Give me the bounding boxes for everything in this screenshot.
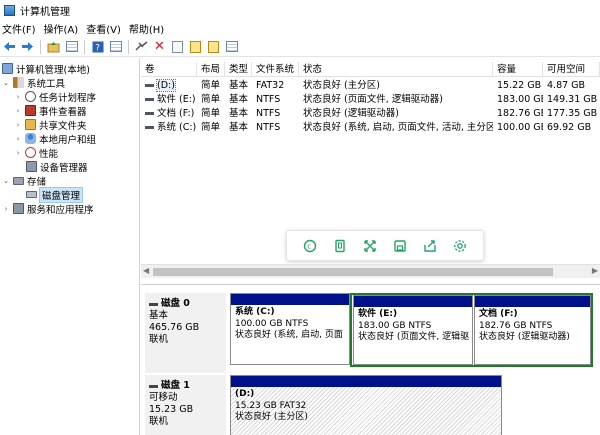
svg-text:?: ? [95, 43, 100, 53]
column-header-type[interactable]: 类型 [225, 62, 252, 77]
toolbar-separator [84, 39, 85, 54]
toolbar-separator [40, 39, 41, 54]
partition-f[interactable]: 文档 (F:) 182.76 GB NTFS 状态良好 (逻辑驱动器) [474, 295, 591, 365]
device-manager-icon [26, 161, 37, 172]
chevron-right-icon[interactable]: › [14, 149, 22, 157]
title-bar: 计算机管理 [0, 0, 600, 20]
users-icon [25, 133, 36, 144]
scroll-right-icon[interactable]: ▶ [592, 266, 598, 275]
disk-management-icon [26, 191, 37, 198]
storage-icon [13, 176, 24, 185]
tree-item-task-scheduler[interactable]: › 任务计划程序 [14, 90, 96, 104]
services-icon [13, 203, 24, 214]
show-hide-tree-icon[interactable] [64, 39, 79, 54]
properties-icon[interactable] [170, 39, 185, 54]
disk-icon [149, 384, 158, 388]
table-row[interactable]: 文档 (F:) 简单 基本 NTFS 状态良好 (逻辑驱动器) 182.76 G… [141, 107, 600, 120]
table-row[interactable]: 系统 (C:) 简单 基本 NTFS 状态良好 (系统, 启动, 页面文件, 活… [141, 121, 600, 134]
copy-icon[interactable] [333, 238, 348, 253]
partition-header-bar [354, 296, 472, 307]
tree-item-performance[interactable]: › 性能 [14, 146, 58, 160]
tree-item-local-users[interactable]: › 本地用户和组 [14, 132, 96, 146]
share-icon[interactable] [423, 238, 438, 253]
menu-bar: 文件(F) 操作(A) 查看(V) 帮助(H) [0, 20, 600, 37]
tree-item-event-viewer[interactable]: › 事件查看器 [14, 104, 87, 118]
chevron-down-icon[interactable]: ⌄ [2, 79, 10, 87]
ocr-icon[interactable]: c [303, 238, 318, 253]
scrollbar-thumb[interactable] [153, 268, 553, 276]
tree-item-shared-folders[interactable]: › 共享文件夹 [14, 118, 87, 132]
partition-header-bar [231, 376, 501, 387]
column-header-capacity[interactable]: 容量 [493, 62, 543, 77]
partition-d[interactable]: (D:) 15.23 GB FAT32 状态良好 (主分区) [230, 375, 502, 435]
chevron-right-icon[interactable]: › [14, 107, 22, 115]
connect-icon[interactable] [134, 39, 149, 54]
chevron-right-icon[interactable]: › [2, 205, 10, 213]
volume-icon [145, 126, 154, 129]
column-header-status[interactable]: 状态 [299, 62, 493, 77]
delete-icon[interactable]: ✕ [152, 39, 167, 54]
help-icon[interactable]: ? [90, 39, 105, 54]
disk-icon [149, 302, 158, 306]
event-viewer-icon [25, 105, 36, 116]
tree-item-root[interactable]: 计算机管理(本地) [2, 62, 90, 76]
volume-icon [145, 84, 154, 87]
menu-file[interactable]: 文件(F) [0, 21, 42, 36]
open-doc-icon[interactable] [206, 39, 221, 54]
table-row[interactable]: 软件 (E:) 简单 基本 NTFS 状态良好 (页面文件, 逻辑驱动器) 18… [141, 93, 600, 106]
horizontal-scrollbar[interactable]: ◀ ▶ [141, 264, 600, 278]
clock-icon [25, 91, 36, 102]
tools-icon [13, 77, 24, 88]
toolbar-separator [128, 39, 129, 54]
partition-c[interactable]: 系统 (C:) 100.00 GB NTFS 状态良好 (系统, 启动, 页面 [230, 293, 350, 365]
menu-view[interactable]: 查看(V) [84, 21, 127, 36]
performance-icon [25, 147, 36, 158]
save-icon[interactable] [393, 238, 408, 253]
new-doc-icon[interactable] [188, 39, 203, 54]
column-header-volume[interactable]: 卷 [141, 62, 197, 77]
partition-header-bar [231, 294, 349, 305]
tree-item-services-apps[interactable]: › 服务和应用程序 [2, 202, 94, 216]
partition-header-bar [475, 296, 590, 307]
chevron-right-icon[interactable]: › [14, 121, 22, 129]
tree-item-storage[interactable]: ⌄ 存储 [2, 174, 46, 188]
table-row[interactable]: (D:) 简单 基本 FAT32 状态良好 (主分区) 15.22 GB 4.8… [141, 79, 600, 92]
forward-arrow-icon[interactable] [20, 39, 35, 54]
chevron-down-icon[interactable]: ⌄ [2, 177, 10, 185]
chevron-right-icon[interactable]: › [14, 135, 22, 143]
volume-icon [145, 112, 154, 115]
shared-folder-icon [25, 119, 36, 130]
tree-item-device-manager[interactable]: 设备管理器 [26, 160, 88, 174]
column-header-layout[interactable]: 布局 [197, 62, 225, 77]
chevron-right-icon[interactable]: › [14, 93, 22, 101]
computer-management-icon [4, 4, 15, 16]
column-header-filesystem[interactable]: 文件系统 [252, 62, 299, 77]
volume-icon [145, 98, 154, 101]
volume-list-header: 卷 布局 类型 文件系统 状态 容量 可用空间 [141, 62, 600, 77]
disk-map-pane: 磁盘 0 基本 465.76 GB 联机 系统 (C:) 100.00 GB N… [141, 284, 600, 435]
partition-e[interactable]: 软件 (E:) 183.00 GB NTFS 状态良好 (页面文件, 逻辑驱 [353, 295, 473, 365]
computer-icon [2, 63, 13, 74]
view-icon[interactable] [108, 39, 123, 54]
tree-item-disk-management[interactable]: 磁盘管理 [26, 186, 84, 203]
fullscreen-icon[interactable] [363, 238, 378, 253]
scroll-left-icon[interactable]: ◀ [143, 266, 149, 275]
disk-0-label[interactable]: 磁盘 0 基本 465.76 GB 联机 [145, 293, 226, 373]
toolbar: ? ✕ [0, 37, 600, 57]
list-view-icon[interactable] [224, 39, 239, 54]
menu-action[interactable]: 操作(A) [42, 21, 85, 36]
floating-toolbar: c [286, 230, 484, 261]
column-header-free-space[interactable]: 可用空间 [543, 62, 600, 77]
tree-item-system-tools[interactable]: ⌄ 系统工具 [2, 76, 65, 90]
back-arrow-icon[interactable] [2, 39, 17, 54]
settings-icon[interactable] [453, 238, 468, 253]
svg-text:c: c [307, 242, 311, 250]
window-title: 计算机管理 [20, 6, 70, 18]
up-folder-icon[interactable] [46, 39, 61, 54]
disk-1-label[interactable]: 磁盘 1 可移动 15.23 GB 联机 [145, 375, 226, 435]
menu-help[interactable]: 帮助(H) [127, 21, 170, 36]
navigation-tree: 计算机管理(本地) ⌄ 系统工具 › 任务计划程序 › 事件查看器 › 共享文件… [0, 58, 140, 435]
